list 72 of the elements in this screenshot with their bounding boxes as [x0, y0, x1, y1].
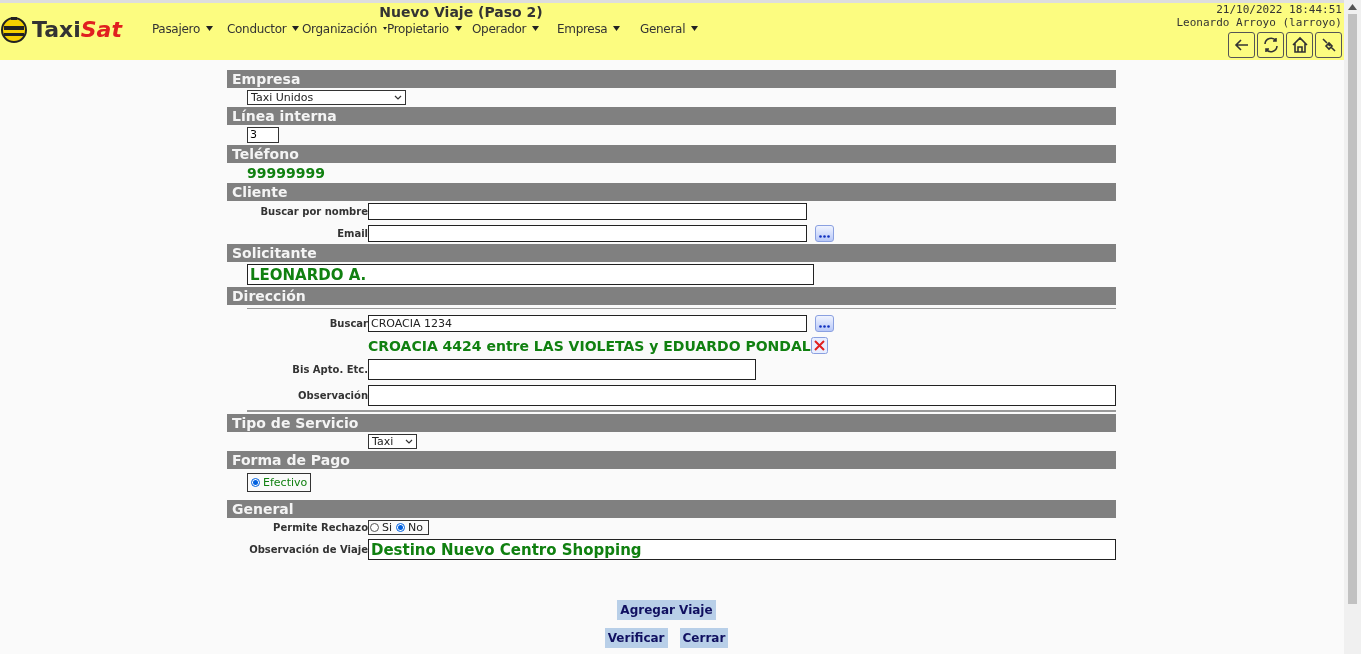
radio-button[interactable] — [251, 478, 260, 487]
phone-number: 99999999 — [247, 165, 326, 181]
section-header: Teléfono — [227, 145, 1116, 163]
menu-item[interactable]: Propietario — [386, 22, 472, 36]
section-header: General — [227, 500, 1116, 518]
service-select[interactable]: Taxi — [368, 434, 417, 449]
chevron-down-icon — [405, 439, 413, 444]
ellipsis-icon — [819, 325, 830, 328]
scrollbar[interactable] — [1344, 0, 1361, 654]
refresh-icon — [1261, 36, 1280, 54]
option-label: Si — [382, 521, 393, 534]
clear-icon[interactable] — [810, 337, 828, 354]
company-select[interactable]: Taxi Unidos — [247, 90, 406, 105]
option-label: No — [408, 521, 423, 534]
field-label: Email — [337, 228, 368, 239]
address-search-field[interactable]: CROACIA 1234 — [368, 315, 807, 332]
section-header: Dirección — [227, 287, 1116, 305]
toolbar-button[interactable] — [1286, 32, 1313, 58]
action-button[interactable]: Verificar — [604, 628, 668, 648]
line-input[interactable]: 3 — [247, 127, 279, 143]
lookup-button[interactable] — [815, 315, 834, 332]
section-header: Forma de Pago — [227, 451, 1116, 469]
input-field[interactable] — [368, 359, 756, 380]
action-button[interactable]: Agregar Viaje — [617, 600, 716, 620]
resolved-address: CROACIA 4424 entre LAS VIOLETAS y EDUARDO PONDAL — [368, 337, 811, 354]
radio-button[interactable] — [396, 523, 406, 532]
date-time: 21/10/2022 18:44:51 — [1216, 3, 1342, 16]
plug-icon — [1319, 36, 1338, 54]
menu-item[interactable]: Conductor — [226, 22, 302, 36]
menu-item[interactable]: Organización — [301, 22, 387, 36]
chevron-down-icon — [394, 95, 402, 100]
requester-field[interactable]: LEONARDO A. — [247, 264, 814, 285]
section-header: Solicitante — [227, 244, 1116, 262]
field-label: Bis Apto. Etc. — [292, 364, 368, 375]
caret-icon — [532, 26, 540, 31]
field-label: Observación — [298, 390, 368, 401]
caret-icon — [454, 26, 462, 31]
menu-item[interactable]: Empresa — [556, 22, 640, 36]
field-label: Buscar por nombre — [260, 206, 368, 217]
field-label: Observación de Viaje — [249, 544, 368, 555]
field-label: Buscar — [329, 318, 368, 329]
menu-item[interactable]: General — [639, 22, 720, 36]
section-header: Tipo de Servicio — [227, 414, 1116, 432]
section-header: Empresa — [227, 70, 1116, 88]
scroll-up-icon[interactable] — [1348, 4, 1357, 10]
section-header: Cliente — [227, 183, 1116, 201]
input-field[interactable] — [368, 225, 807, 242]
toolbar-button[interactable] — [1228, 32, 1255, 58]
input-field[interactable] — [368, 203, 807, 220]
toolbar-button[interactable] — [1315, 32, 1342, 58]
menu-item[interactable]: Operador — [471, 22, 557, 36]
toolbar-button[interactable] — [1257, 32, 1284, 58]
lookup-button[interactable] — [815, 225, 834, 242]
logo-text: TaxiSat — [32, 16, 122, 42]
field-label: Permite Rechazo — [273, 522, 368, 533]
radio-button[interactable] — [370, 523, 379, 532]
ellipsis-icon — [819, 235, 830, 238]
input-field[interactable] — [368, 385, 1116, 406]
caret-icon — [205, 26, 213, 31]
user-name: Leonardo Arroyo (larroyo) — [1176, 16, 1342, 29]
option-label: Efectivo — [263, 476, 308, 489]
caret-icon — [613, 26, 621, 31]
caret-icon — [691, 26, 699, 31]
page-title: Nuevo Viaje (Paso 2) — [379, 4, 543, 20]
action-button[interactable]: Cerrar — [679, 628, 729, 648]
menu-item[interactable]: Pasajero — [151, 22, 227, 36]
trip-note-field[interactable]: Destino Nuevo Centro Shopping — [368, 539, 1116, 560]
taxi-logo-icon — [0, 15, 28, 43]
caret-icon — [292, 26, 300, 31]
home-icon — [1290, 36, 1309, 54]
section-header: Línea interna — [227, 107, 1116, 125]
caret-icon — [383, 26, 387, 31]
